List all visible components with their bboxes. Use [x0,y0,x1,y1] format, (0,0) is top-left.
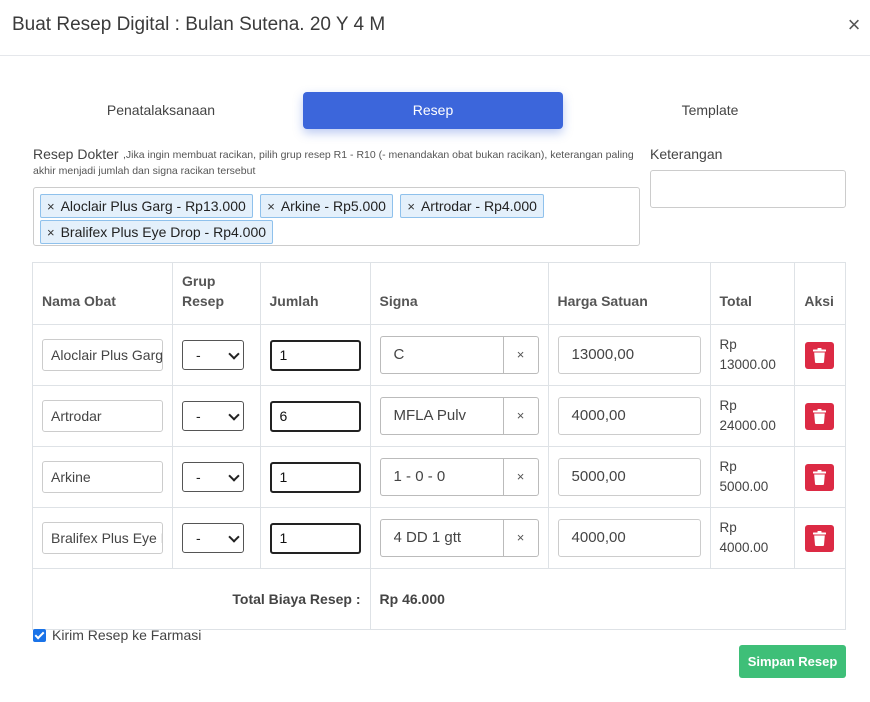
delete-button[interactable] [805,402,835,430]
tag-remove-icon[interactable]: × [47,199,55,214]
harga-satuan-input[interactable]: 4000,00 [557,397,701,435]
grup-resep-select[interactable]: - [182,523,244,553]
harga-satuan-input[interactable]: 4000,00 [557,519,701,557]
col-aksi: Aksi [794,262,846,325]
jumlah-input[interactable]: 1 [269,461,361,493]
kirim-farmasi-option[interactable]: Kirim Resep ke Farmasi [33,627,201,643]
delete-button[interactable] [805,524,835,552]
tab-template[interactable]: Template [579,92,841,129]
trash-icon [813,347,827,363]
tag-remove-icon[interactable]: × [47,225,55,240]
total-cell: Rp 5000.00 [709,446,796,508]
harga-satuan-input[interactable]: 13000,00 [557,336,701,374]
signa-input[interactable]: MFLA Pulv × [379,397,539,435]
col-nama-obat: Nama Obat [32,262,173,325]
tab-penatalaksanaan[interactable]: Penatalaksanaan [33,92,289,129]
chevron-down-icon [228,531,240,543]
grup-resep-select[interactable]: - [182,401,244,431]
nama-obat-input[interactable]: Bralifex Plus Eye Drop [42,522,163,554]
delete-button[interactable] [805,463,835,491]
obat-table: Nama Obat Grup Resep Jumlah Signa Harga … [32,262,847,630]
simpan-resep-button[interactable]: Simpan Resep [739,645,846,678]
total-biaya-value: Rp 46.000 [369,568,847,630]
clear-icon[interactable]: × [502,459,538,495]
clear-icon[interactable]: × [502,520,538,556]
table-row: Aloclair Plus Gargle - 1 C × 13000,00 Rp 1… [32,324,846,386]
kirim-farmasi-label: Kirim Resep ke Farmasi [52,627,202,643]
total-cell: Rp 13000.00 [709,324,796,386]
nama-obat-input[interactable]: Arkine [42,461,163,493]
tag-remove-icon[interactable]: × [267,199,275,214]
tag-remove-icon[interactable]: × [407,199,415,214]
jumlah-input[interactable]: 1 [269,339,361,371]
total-cell: Rp 4000.00 [709,507,796,569]
table-row: Arkine - 1 1 - 0 - 0 × 5000,00 Rp 5000.00 [32,446,846,508]
table-row: Bralifex Plus Eye Drop - 1 4 DD 1 gtt× 4… [32,507,846,569]
keterangan-input[interactable] [650,170,846,208]
clear-icon[interactable]: × [502,337,538,373]
tag-bralifex: × Bralifex Plus Eye Drop - Rp4.000 [40,220,274,244]
trash-icon [813,530,827,546]
keterangan-label: Keterangan [650,146,723,162]
resep-tag-input[interactable]: × Aloclair Plus Garg - Rp13.000 × Arkine -… [33,187,640,246]
col-grup-resep: Grup Resep [172,262,261,325]
jumlah-input[interactable]: 1 [269,522,361,554]
chevron-down-icon [228,409,240,421]
tab-resep[interactable]: Resep [303,92,563,129]
clear-icon[interactable]: × [502,398,538,434]
trash-icon [813,469,827,485]
close-icon[interactable]: × [844,12,864,38]
modal-header: Buat Resep Digital : Bulan Sutena. 20 Y … [0,0,870,56]
col-jumlah: Jumlah [259,262,371,325]
trash-icon [813,408,827,424]
signa-input[interactable]: 1 - 0 - 0 × [379,458,539,496]
chevron-down-icon [228,348,240,360]
delete-button[interactable] [805,341,835,369]
col-total: Total [709,262,796,325]
resep-hint: ,Jika ingin membuat racikan, pilih grup … [33,149,634,177]
harga-satuan-input[interactable]: 5000,00 [557,458,701,496]
signa-input[interactable]: C × [379,336,539,374]
total-cell: Rp 24000.00 [709,385,796,447]
modal-title: Buat Resep Digital : Bulan Sutena. 20 Y … [12,14,386,35]
chevron-down-icon [228,470,240,482]
table-row: Artrodar - 6 MFLA Pulv × 4000,00 Rp 24000.… [32,385,846,447]
grup-resep-select[interactable]: - [182,462,244,492]
nama-obat-input[interactable]: Aloclair Plus Gargle [42,339,163,371]
tag-artrodar: × Artrodar - Rp4.000 [400,194,544,218]
jumlah-input[interactable]: 6 [269,400,361,432]
signa-input[interactable]: 4 DD 1 gtt × [379,519,539,557]
tag-aloclair: × Aloclair Plus Garg - Rp13.000 [40,194,253,218]
tab-bar: Penatalaksanaan Resep Template [33,92,845,130]
table-header-row: Nama Obat Grup Resep Jumlah Signa Harga … [32,262,846,325]
check-icon[interactable] [33,629,46,642]
summary-row: Total Biaya Resep : Rp 46.000 [32,568,847,630]
col-harga-satuan: Harga Satuan [547,262,711,325]
total-biaya-label: Total Biaya Resep : [32,568,371,630]
col-signa: Signa [369,262,549,325]
tag-arkine: × Arkine - Rp5.000 [260,194,393,218]
grup-resep-select[interactable]: - [182,340,244,370]
nama-obat-input[interactable]: Artrodar [42,400,163,432]
